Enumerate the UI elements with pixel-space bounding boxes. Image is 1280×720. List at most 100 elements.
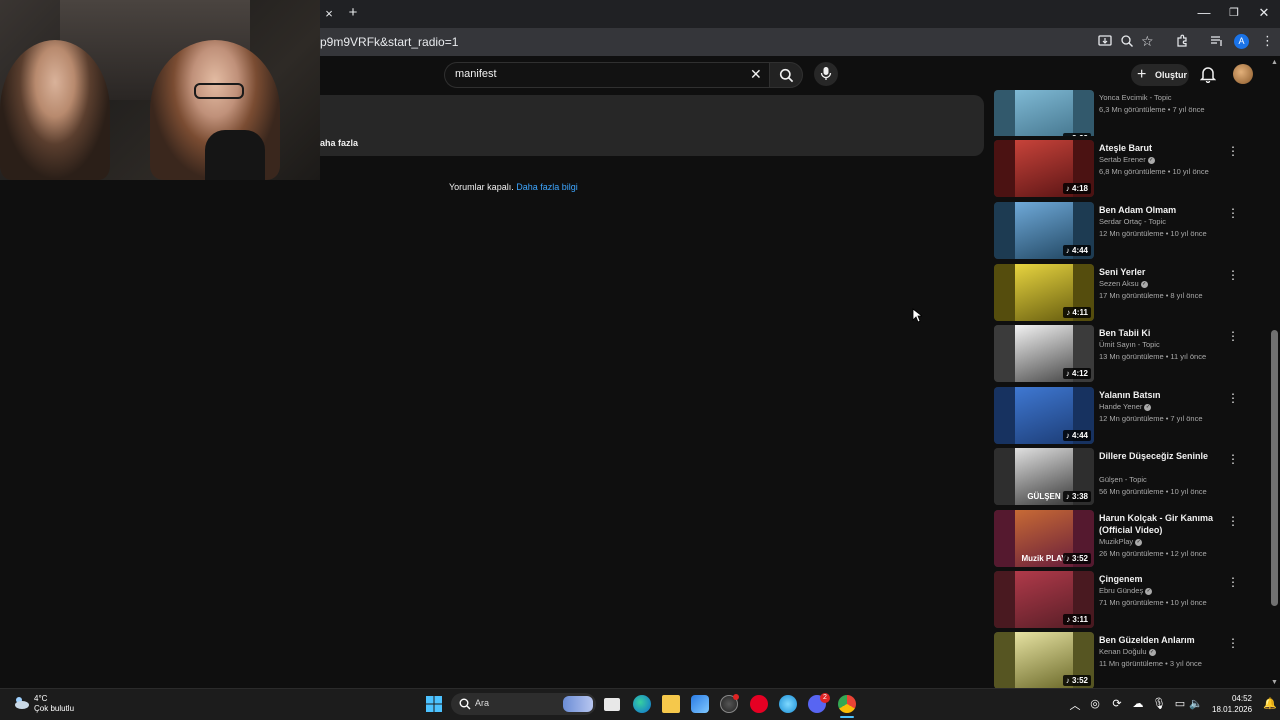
playlist-item[interactable]: ♪ 4:12 Ben Tabii Ki Ümit Sayın - Topic 13 M… bbox=[994, 325, 1244, 382]
channel-name[interactable]: Serdar Ortaç - Topic bbox=[1099, 217, 1166, 226]
clock-time[interactable]: 04:52 bbox=[1230, 694, 1252, 703]
glasses bbox=[194, 83, 244, 99]
weather-icon[interactable] bbox=[12, 694, 30, 715]
minimize-button[interactable]: — bbox=[1196, 5, 1212, 21]
notifications-bell-icon[interactable] bbox=[1199, 66, 1217, 88]
more-actions-icon[interactable]: ⋮ bbox=[1227, 514, 1239, 528]
video-title[interactable]: Yalanın Batsın bbox=[1099, 389, 1224, 401]
description-box[interactable] bbox=[320, 95, 984, 156]
task-view-icon[interactable] bbox=[604, 698, 620, 711]
more-actions-icon[interactable]: ⋮ bbox=[1227, 206, 1239, 220]
playlist-item[interactable]: Muzik PLAY ♪ 3:52 Harun Kolçak - Gir Kanım… bbox=[994, 510, 1244, 567]
more-actions-icon[interactable]: ⋮ bbox=[1227, 391, 1239, 405]
playlist-item[interactable]: GÜLŞEN ♪ 3:38 Dillere Düşeceğiz Seninle Gül… bbox=[994, 448, 1244, 505]
verified-icon: ✓ bbox=[1144, 403, 1152, 411]
video-thumbnail[interactable]: ♪ 4:11 bbox=[994, 264, 1094, 321]
playlist-item[interactable]: ♪ 3:52 Ben Güzelden Anlarım Kenan Doğulu ✓… bbox=[994, 632, 1244, 689]
video-thumbnail[interactable]: ♪ 4:12 bbox=[994, 325, 1094, 382]
microsoft-store-icon[interactable] bbox=[691, 695, 709, 713]
tray-cloud-icon[interactable]: ☁ bbox=[1131, 697, 1145, 710]
media-controls-icon[interactable] bbox=[1210, 34, 1224, 53]
channel-name[interactable]: Sezen Aksu ✓ bbox=[1099, 279, 1148, 288]
learn-more-link[interactable]: Daha fazla bilgi bbox=[516, 182, 578, 192]
channel-name[interactable]: MuzikPlay ✓ bbox=[1099, 537, 1143, 546]
tray-volume-icon[interactable]: 🔈 bbox=[1189, 697, 1203, 710]
video-thumbnail[interactable]: Muzik PLAY ♪ 3:52 bbox=[994, 510, 1094, 567]
search-value[interactable]: manifest bbox=[455, 68, 497, 80]
globe-app-icon[interactable] bbox=[779, 695, 797, 713]
channel-name[interactable]: Yonca Evcimik - Topic bbox=[1099, 93, 1172, 102]
video-title[interactable]: Ben Adam Olmam bbox=[1099, 204, 1224, 216]
video-title[interactable]: Ben Tabii Ki bbox=[1099, 327, 1224, 339]
channel-name[interactable]: Hande Yener ✓ bbox=[1099, 402, 1152, 411]
video-thumbnail[interactable]: ♪ 3:29 bbox=[994, 90, 1094, 136]
close-window-button[interactable]: ✕ bbox=[1256, 5, 1272, 21]
scroll-up-arrow[interactable]: ▲ bbox=[1271, 59, 1278, 66]
pinterest-icon[interactable] bbox=[750, 695, 768, 713]
channel-name[interactable]: Ümit Sayın - Topic bbox=[1099, 340, 1160, 349]
channel-name[interactable]: Ebru Gündeş ✓ bbox=[1099, 586, 1153, 595]
scroll-down-arrow[interactable]: ▼ bbox=[1271, 679, 1278, 686]
tray-network-icon[interactable]: ▭ bbox=[1173, 697, 1187, 710]
browser-menu-icon[interactable]: ⋮ bbox=[1261, 33, 1274, 49]
more-actions-icon[interactable]: ⋮ bbox=[1227, 144, 1239, 158]
playlist-item[interactable]: ♪ 3:29 Yonca Evcimik - Topic 6,3 Mn görünt… bbox=[994, 90, 1244, 136]
clear-search-icon[interactable]: ✕ bbox=[750, 66, 762, 82]
video-thumbnail[interactable]: ♪ 4:44 bbox=[994, 202, 1094, 259]
channel-name[interactable]: Kenan Doğulu ✓ bbox=[1099, 647, 1156, 656]
taskbar-search-icon bbox=[459, 698, 471, 710]
tray-app-icon[interactable]: ◎ bbox=[1088, 697, 1102, 710]
weather-temp[interactable]: 4°C bbox=[34, 694, 47, 703]
install-app-icon[interactable] bbox=[1098, 34, 1112, 53]
show-more-link[interactable]: aha fazla bbox=[320, 138, 358, 148]
video-thumbnail[interactable]: ♪ 4:18 bbox=[994, 140, 1094, 197]
playlist-item[interactable]: ♪ 4:44 Ben Adam Olmam Serdar Ortaç - Topic… bbox=[994, 202, 1244, 259]
edge-browser-icon[interactable] bbox=[633, 695, 651, 713]
more-actions-icon[interactable]: ⋮ bbox=[1227, 268, 1239, 282]
voice-search-button[interactable] bbox=[814, 62, 838, 86]
channel-name[interactable]: Sertab Erener ✓ bbox=[1099, 155, 1155, 164]
channel-name[interactable]: Gülşen - Topic bbox=[1099, 475, 1147, 484]
tab-close-icon[interactable]: × bbox=[321, 6, 337, 22]
video-thumbnail[interactable]: ♪ 3:52 bbox=[994, 632, 1094, 689]
more-actions-icon[interactable]: ⋮ bbox=[1227, 452, 1239, 466]
bookmark-star-icon[interactable]: ☆ bbox=[1141, 33, 1154, 50]
extensions-icon[interactable] bbox=[1175, 34, 1189, 53]
maximize-button[interactable]: ❐ bbox=[1226, 5, 1242, 21]
page-scrollbar-thumb[interactable] bbox=[1271, 330, 1278, 606]
tray-overflow-icon[interactable]: ︿ bbox=[1068, 697, 1082, 713]
weather-desc[interactable]: Çok bulutlu bbox=[34, 704, 74, 713]
notifications-center-icon[interactable]: 🔔 bbox=[1263, 697, 1277, 710]
video-title[interactable]: Ateşle Barut bbox=[1099, 142, 1224, 154]
tray-sync-icon[interactable]: ⟳ bbox=[1110, 697, 1124, 710]
video-title[interactable]: Harun Kolçak - Gir Kanıma (Official Vide… bbox=[1099, 512, 1224, 536]
video-title[interactable]: Seni Yerler bbox=[1099, 266, 1224, 278]
taskbar-search-box[interactable]: Ara bbox=[451, 693, 596, 715]
more-actions-icon[interactable]: ⋮ bbox=[1227, 575, 1239, 589]
video-title[interactable]: Ben Güzelden Anlarım bbox=[1099, 634, 1224, 646]
more-actions-icon[interactable]: ⋮ bbox=[1227, 636, 1239, 650]
tray-mic-icon[interactable]: 🎙 bbox=[1152, 697, 1166, 710]
video-thumbnail[interactable]: ♪ 3:11 bbox=[994, 571, 1094, 628]
playlist-item[interactable]: ♪ 3:11 Çingenem Ebru Gündeş ✓ 71 Mn görüntü… bbox=[994, 571, 1244, 628]
create-button[interactable]: + Oluştur bbox=[1131, 64, 1189, 86]
video-duration: ♪ 3:38 bbox=[1062, 491, 1091, 502]
account-avatar[interactable] bbox=[1233, 64, 1253, 84]
video-title[interactable]: Dillere Düşeceğiz Seninle bbox=[1099, 450, 1224, 462]
new-tab-button[interactable]: + bbox=[345, 5, 361, 21]
chrome-icon[interactable] bbox=[838, 695, 856, 713]
video-title[interactable]: Çingenem bbox=[1099, 573, 1224, 585]
playlist-item[interactable]: ♪ 4:44 Yalanın Batsın Hande Yener ✓ 12 Mn g… bbox=[994, 387, 1244, 444]
profile-avatar[interactable]: A bbox=[1234, 34, 1249, 49]
video-thumbnail[interactable]: GÜLŞEN ♪ 3:38 bbox=[994, 448, 1094, 505]
windows-start-icon[interactable] bbox=[426, 696, 442, 717]
zoom-icon[interactable] bbox=[1120, 34, 1134, 53]
playlist-item[interactable]: ♪ 4:11 Seni Yerler Sezen Aksu ✓ 17 Mn görün… bbox=[994, 264, 1244, 321]
search-button[interactable] bbox=[769, 62, 803, 88]
playlist-item[interactable]: ♪ 4:18 Ateşle Barut Sertab Erener ✓ 6,8 Mn … bbox=[994, 140, 1244, 197]
video-thumbnail[interactable]: ♪ 4:44 bbox=[994, 387, 1094, 444]
clock-date[interactable]: 18.01.2026 bbox=[1212, 705, 1252, 714]
url-text[interactable]: p9m9VRFk&start_radio=1 bbox=[320, 35, 458, 49]
more-actions-icon[interactable]: ⋮ bbox=[1227, 329, 1239, 343]
file-explorer-icon[interactable] bbox=[662, 695, 680, 713]
